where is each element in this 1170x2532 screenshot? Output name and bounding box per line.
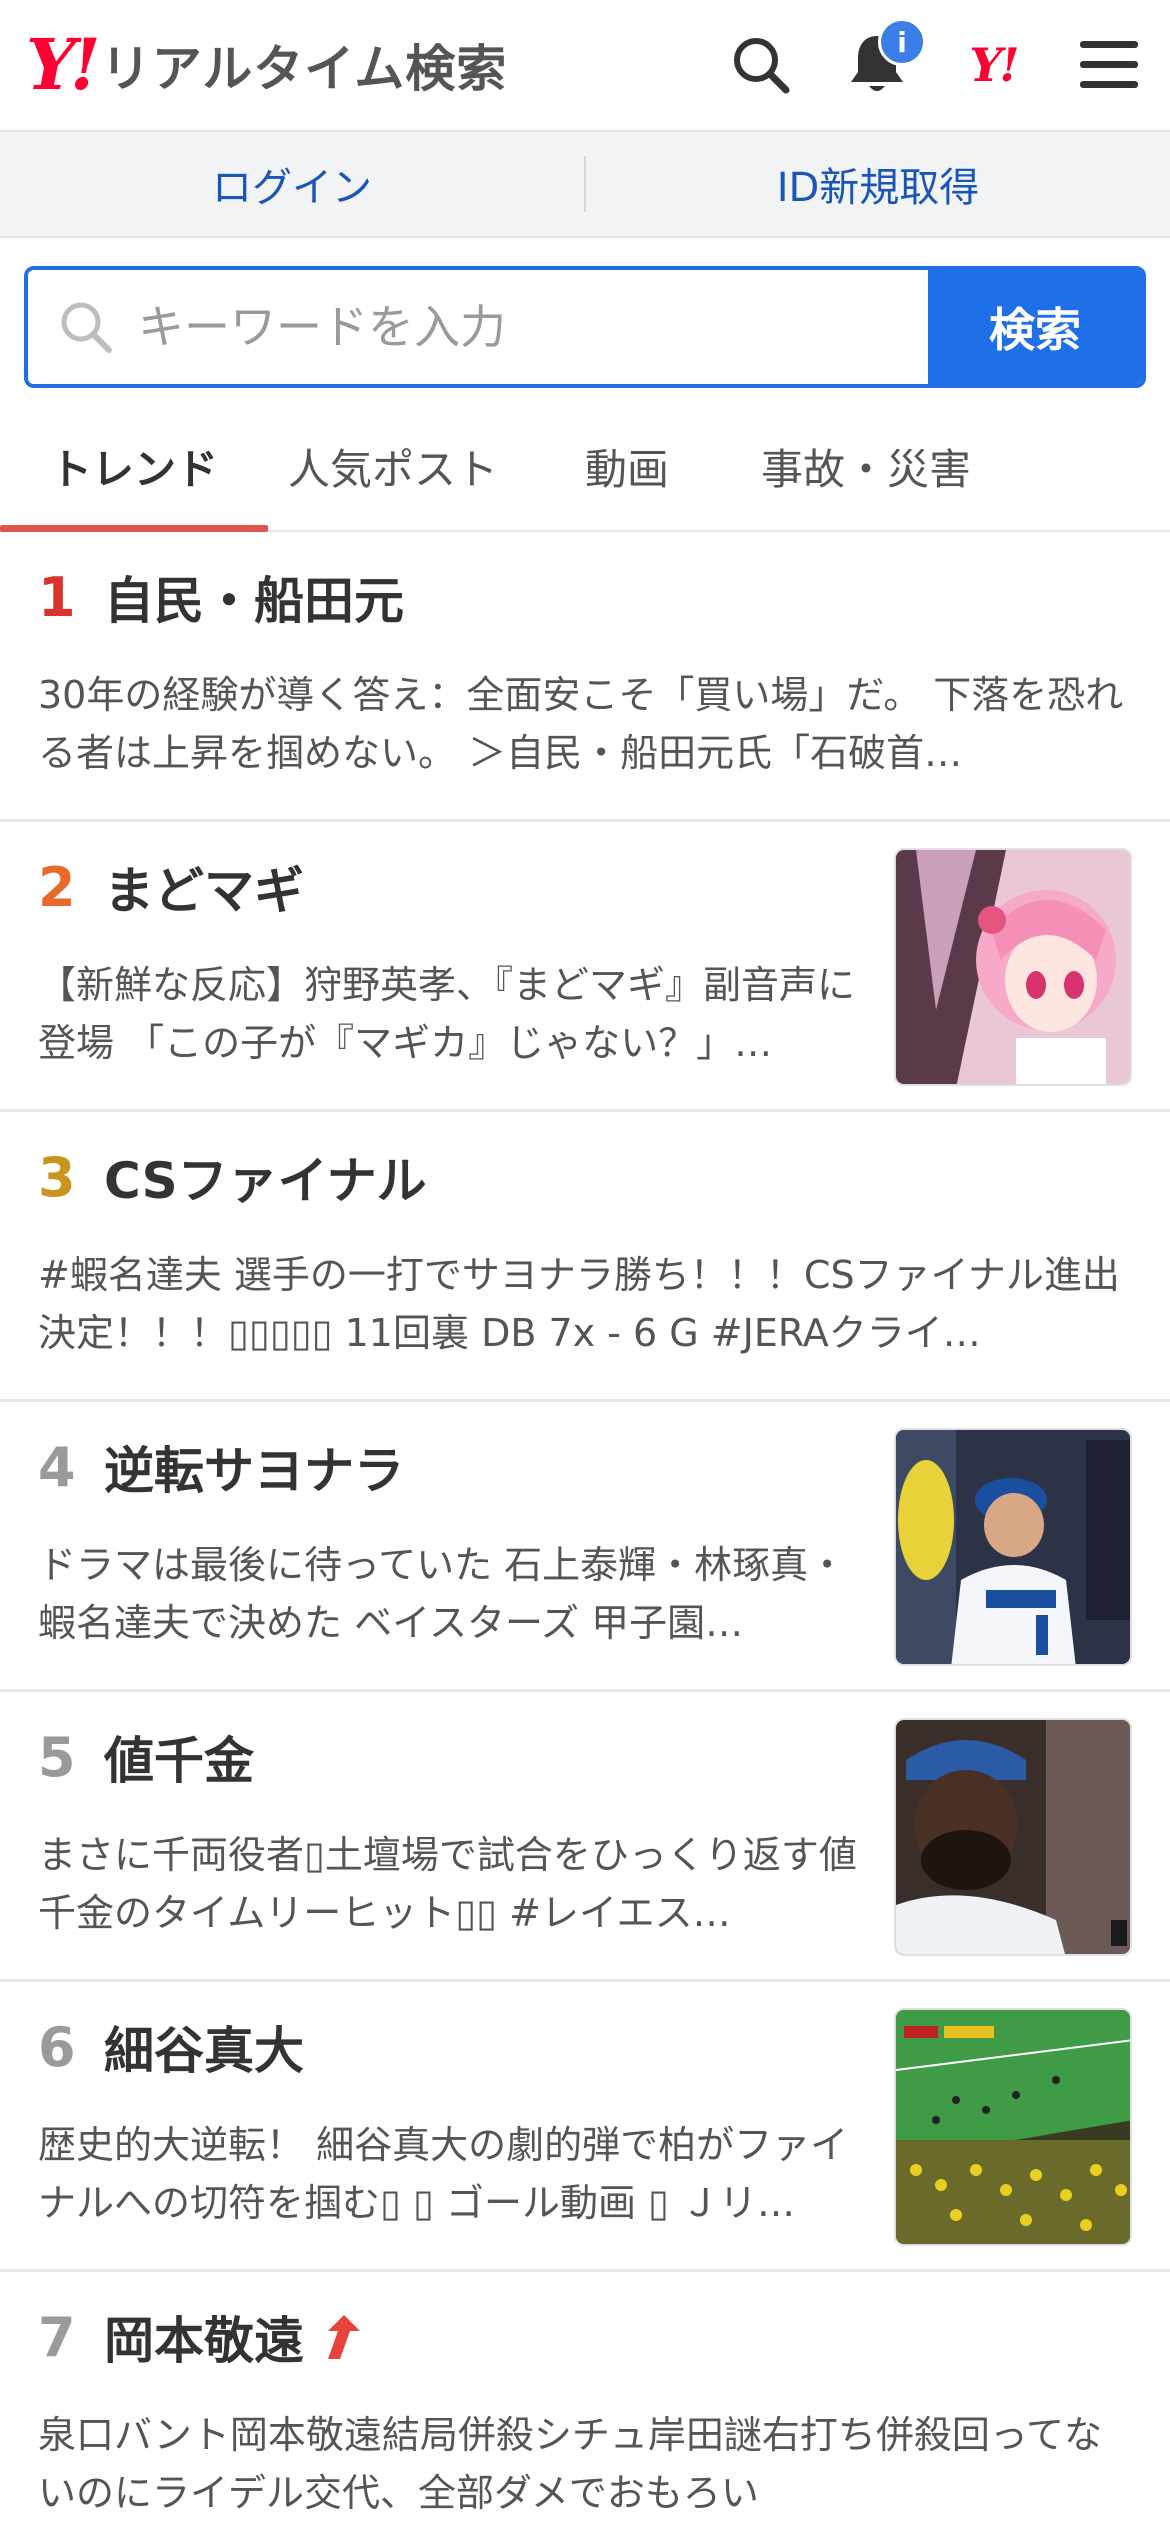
login-bar: ログイン ID新規取得 — [0, 132, 1170, 238]
menu-button[interactable] — [1074, 30, 1144, 100]
trend-title-row: 4 逆転サヨナラ — [38, 1432, 858, 1502]
trend-item-body: 5 値千金 まさに千両役者▯土壇場で試合をひっくり返す値千金のタイムリーヒット▯… — [38, 1692, 894, 1942]
baseball-coach-thumbnail-image — [896, 1430, 1130, 1664]
yahoo-home-button[interactable]: Y! — [958, 30, 1028, 100]
rank-number: 6 — [38, 2015, 76, 2079]
logo[interactable]: Y! リアルタイム検索 — [26, 29, 507, 101]
trend-snippet: #蝦名達夫 選手の一打でサヨナラ勝ち！！！CSファイナル進出決定！！！▯▯▯▯▯… — [38, 1253, 1120, 1355]
soccer-thumbnail-image — [896, 2010, 1130, 2244]
trend-title: 自民・船田元 — [104, 572, 404, 630]
header: Y! リアルタイム検索 i Y! — [0, 0, 1170, 132]
rank-number: 4 — [38, 1435, 76, 1499]
search-bar: 検索 — [24, 266, 1146, 388]
trend-item-body: 2 まどマギ 【新鮮な反応】狩野英孝、『まどマギ』副音声に登場 「この子が『マギ… — [38, 822, 894, 1072]
trend-item-body: 4 逆転サヨナラ ドラマは最後に待っていた 石上泰輝・林琢真・蝦名達夫で決めた … — [38, 1402, 894, 1652]
trend-item-body: 1 自民・船田元 30年の経験が導く答え：全面安こそ「買い場」だ。 下落を恐れる… — [38, 532, 1132, 782]
trend-item[interactable]: 1 自民・船田元 30年の経験が導く答え：全面安こそ「買い場」だ。 下落を恐れる… — [0, 532, 1170, 822]
trend-title-row: 5 値千金 — [38, 1722, 858, 1792]
tab-bar: トレンド 人気ポスト 動画 事故・災害 — [0, 402, 1170, 532]
hamburger-menu-icon — [1080, 41, 1138, 88]
trending-up-arrow-icon — [318, 2313, 362, 2361]
search-icon — [734, 38, 790, 94]
anime-thumbnail-image — [896, 850, 1130, 1084]
rank-number: 1 — [38, 565, 76, 629]
yahoo-mini-logo: Y! — [969, 38, 1019, 92]
tab-accident-disaster[interactable]: 事故・災害 — [736, 402, 996, 530]
trend-title: CSファイナル — [104, 1152, 427, 1210]
signup-link[interactable]: ID新規取得 — [586, 155, 1170, 213]
trend-item[interactable]: 4 逆転サヨナラ ドラマは最後に待っていた 石上泰輝・林琢真・蝦名達夫で決めた … — [0, 1402, 1170, 1692]
trend-thumbnail[interactable] — [894, 2008, 1132, 2246]
tab-trend[interactable]: トレンド — [0, 402, 268, 532]
trend-title-row: 3 CSファイナル — [38, 1142, 1132, 1212]
trend-item-body: 7 岡本敬遠 泉口バント岡本敬遠結局併殺シチュ岸田謎右打ち併殺回ってないのにライ… — [38, 2272, 1132, 2522]
notification-button[interactable]: i — [842, 18, 926, 100]
trend-item[interactable]: 3 CSファイナル #蝦名達夫 選手の一打でサヨナラ勝ち！！！CSファイナル進出… — [0, 1112, 1170, 1402]
baseball-player-thumbnail-image — [896, 1720, 1130, 1954]
rank-number: 7 — [38, 2305, 76, 2369]
login-link[interactable]: ログイン — [0, 155, 584, 213]
trend-title-row: 1 自民・船田元 — [38, 562, 1132, 632]
trend-item-body: 6 細谷真大 歴史的大逆転！ 細谷真大の劇的弾で柏がファイナルへの切符を掴む▯ … — [38, 1982, 894, 2232]
trend-list: 1 自民・船田元 30年の経験が導く答え：全面安こそ「買い場」だ。 下落を恐れる… — [0, 532, 1170, 2532]
trend-title: まどマギ — [104, 862, 304, 920]
trend-title-row: 2 まどマギ — [38, 852, 858, 922]
trend-title: 細谷真大 — [104, 2022, 304, 2080]
yahoo-logo-mark: Y! — [26, 23, 101, 106]
header-actions: i Y! — [726, 18, 1144, 100]
app-root: Y! リアルタイム検索 i Y! ログイン ID新規取得 キーワードを入力 検索… — [0, 0, 1170, 2532]
trend-item-body: 3 CSファイナル #蝦名達夫 選手の一打でサヨナラ勝ち！！！CSファイナル進出… — [38, 1112, 1132, 1362]
trend-item[interactable]: 6 細谷真大 歴史的大逆転！ 細谷真大の劇的弾で柏がファイナルへの切符を掴む▯ … — [0, 1982, 1170, 2272]
trend-snippet: ドラマは最後に待っていた 石上泰輝・林琢真・蝦名達夫で決めた ベイスターズ 甲子… — [38, 1543, 847, 1645]
trend-item[interactable]: 2 まどマギ 【新鮮な反応】狩野英孝、『まどマギ』副音声に登場 「この子が『マギ… — [0, 822, 1170, 1112]
trend-item[interactable]: 7 岡本敬遠 泉口バント岡本敬遠結局併殺シチュ岸田謎右打ち併殺回ってないのにライ… — [0, 2272, 1170, 2532]
tab-video[interactable]: 動画 — [518, 402, 736, 530]
rank-number: 3 — [38, 1145, 76, 1209]
trend-snippet: まさに千両役者▯土壇場で試合をひっくり返す値千金のタイムリーヒット▯▯ #レイエ… — [38, 1833, 857, 1935]
search-input[interactable] — [138, 300, 838, 354]
trend-snippet: 歴史的大逆転！ 細谷真大の劇的弾で柏がファイナルへの切符を掴む▯ ▯ ゴール動画… — [38, 2123, 849, 2225]
trend-thumbnail[interactable] — [894, 1428, 1132, 1666]
trend-thumbnail[interactable] — [894, 1718, 1132, 1956]
trend-title: 逆転サヨナラ — [104, 1442, 404, 1500]
trend-snippet: 30年の経験が導く答え：全面安こそ「買い場」だ。 下落を恐れる者は上昇を掴めない… — [38, 673, 1124, 775]
search-submit-button[interactable]: 検索 — [928, 270, 1142, 384]
trend-title: 値千金 — [104, 1732, 254, 1790]
trend-title-row: 7 岡本敬遠 — [38, 2302, 1132, 2372]
tab-popular-posts[interactable]: 人気ポスト — [268, 402, 518, 530]
notification-badge: i — [878, 18, 926, 66]
rank-number: 5 — [38, 1725, 76, 1789]
search-button[interactable] — [726, 30, 796, 100]
rank-number: 2 — [38, 855, 76, 919]
trend-item[interactable]: 5 値千金 まさに千両役者▯土壇場で試合をひっくり返す値千金のタイムリーヒット▯… — [0, 1692, 1170, 1982]
service-title: リアルタイム検索 — [100, 40, 508, 98]
search-field — [28, 270, 928, 384]
trend-thumbnail[interactable] — [894, 848, 1132, 1086]
trend-snippet: 【新鮮な反応】狩野英孝、『まどマギ』副音声に登場 「この子が『マギカ』じゃない？… — [38, 963, 856, 1065]
trend-title-row: 6 細谷真大 — [38, 2012, 858, 2082]
search-field-icon — [61, 302, 112, 353]
trend-snippet: 泉口バント岡本敬遠結局併殺シチュ岸田謎右打ち併殺回ってないのにライデル交代、全部… — [38, 2413, 1103, 2515]
trend-title: 岡本敬遠 — [104, 2312, 304, 2370]
